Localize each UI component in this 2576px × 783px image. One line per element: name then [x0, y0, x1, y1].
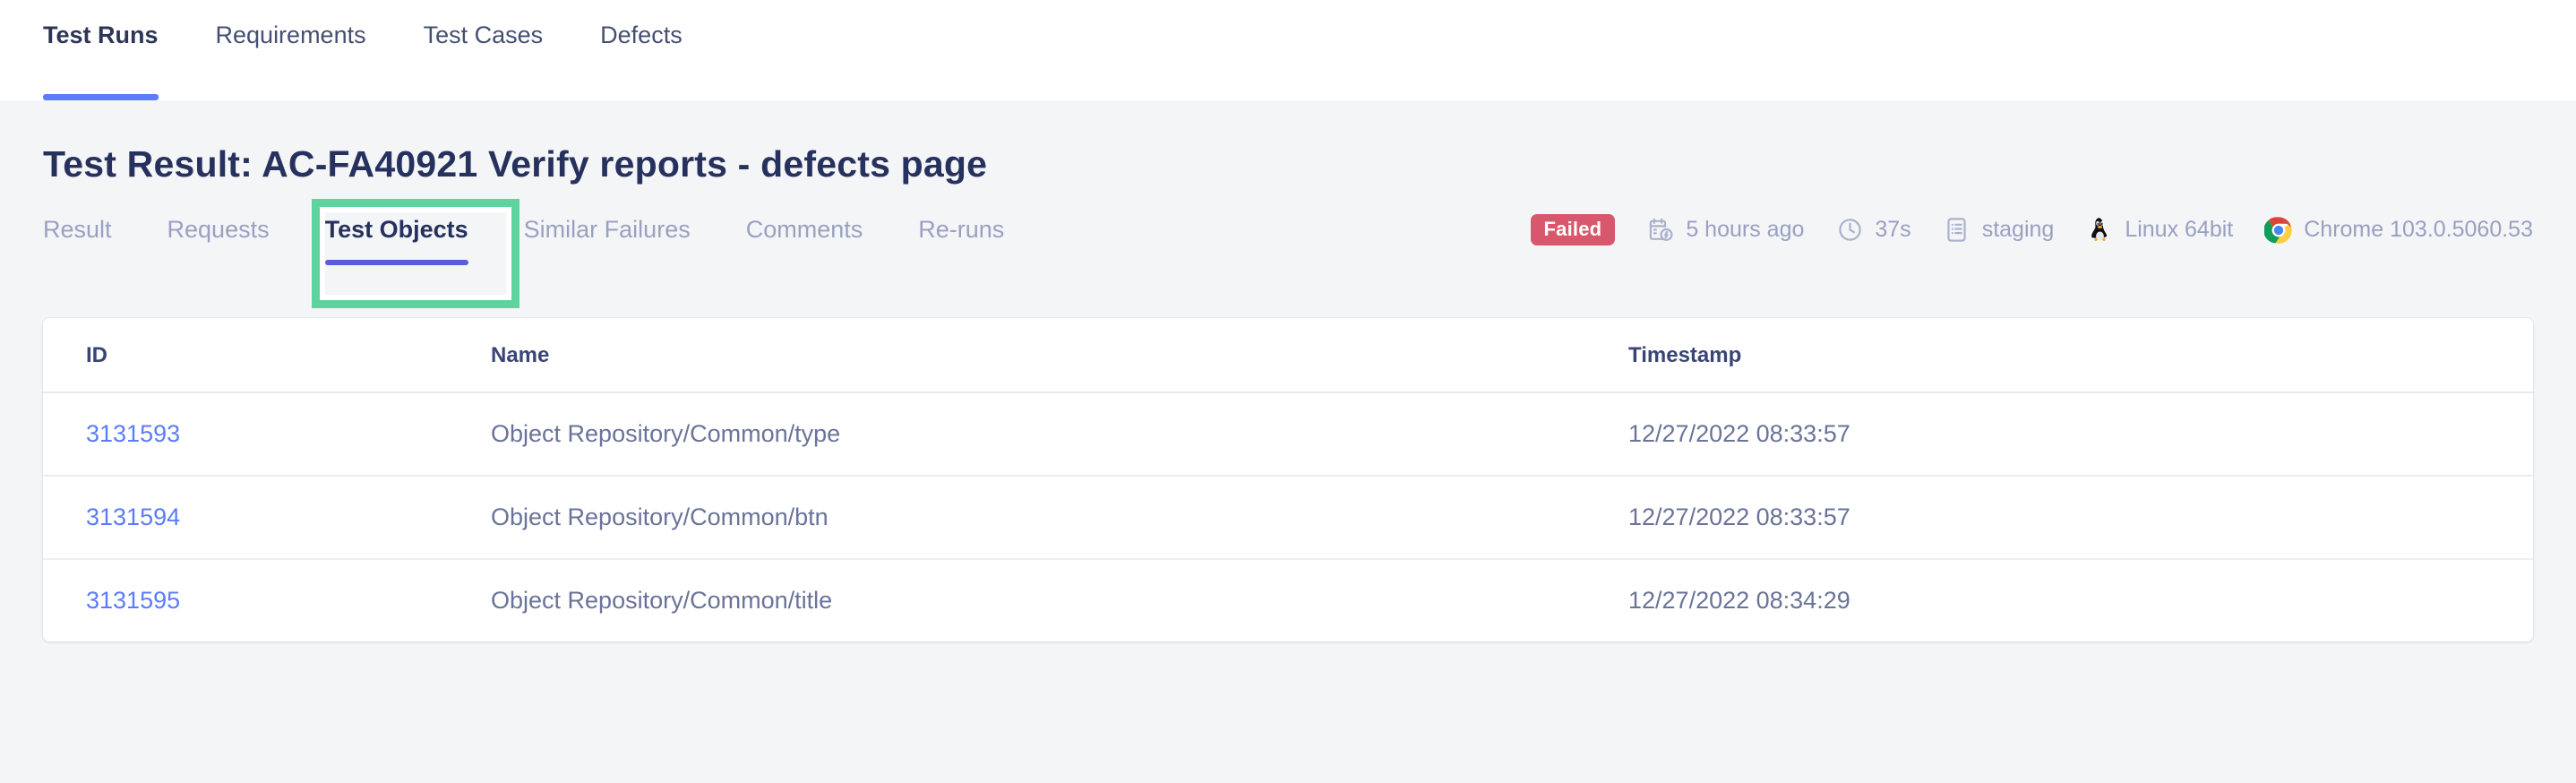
linux-penguin-icon — [2084, 215, 2115, 245]
table-header: ID Name Timestamp — [43, 318, 2533, 392]
cell-id: 3131593 — [43, 392, 491, 476]
status-badge-wrapper: Failed — [1531, 214, 1616, 245]
primary-tab-list: Test Runs Requirements Test Cases Defect… — [43, 0, 740, 100]
subtab-similar-failures-label: Similar Failures — [524, 216, 691, 243]
table-row[interactable]: 3131595 Object Repository/Common/title 1… — [43, 559, 2533, 641]
tab-test-runs-label: Test Runs — [43, 22, 159, 49]
column-header-id[interactable]: ID — [43, 318, 491, 392]
sub-tab-and-meta-row: Result Requests Test Objects Similar Fai… — [43, 191, 2533, 302]
main-content: Test Result: AC-FA40921 Verify reports -… — [0, 100, 2576, 641]
table-row[interactable]: 3131593 Object Repository/Common/type 12… — [43, 392, 2533, 476]
status-badge: Failed — [1531, 214, 1616, 245]
test-object-id-link[interactable]: 3131594 — [86, 503, 180, 530]
tab-defects[interactable]: Defects — [600, 0, 683, 100]
meta-browser-label: Chrome 103.0.5060.53 — [2304, 217, 2533, 243]
meta-duration-label: 37s — [1875, 217, 1911, 243]
test-result-meta: Failed 5 hours ago — [1531, 191, 2533, 245]
subtab-comments-label: Comments — [746, 216, 863, 243]
tab-requirements-label: Requirements — [216, 22, 366, 49]
meta-environment-label: staging — [1982, 217, 2055, 243]
meta-duration: 37s — [1834, 215, 1911, 245]
tab-defects-label: Defects — [600, 22, 683, 49]
meta-browser: Chrome 103.0.5060.53 — [2263, 215, 2533, 245]
table-header-row: ID Name Timestamp — [43, 318, 2533, 392]
subtab-test-objects-label: Test Objects — [325, 216, 468, 243]
clock-icon — [1834, 215, 1865, 245]
test-object-id-link[interactable]: 3131595 — [86, 587, 180, 614]
cell-timestamp: 12/27/2022 08:33:57 — [1628, 392, 2533, 476]
test-object-id-link[interactable]: 3131593 — [86, 420, 180, 447]
tab-test-runs[interactable]: Test Runs — [43, 0, 159, 100]
meta-executed-ago: 5 hours ago — [1645, 215, 1804, 245]
table-body: 3131593 Object Repository/Common/type 12… — [43, 392, 2533, 641]
subtab-test-objects[interactable]: Test Objects — [325, 216, 468, 271]
test-objects-card: ID Name Timestamp 3131593 Object Reposit… — [43, 318, 2533, 641]
meta-os-label: Linux 64bit — [2125, 217, 2233, 243]
test-objects-table: ID Name Timestamp 3131593 Object Reposit… — [43, 318, 2533, 641]
tab-test-cases-label: Test Cases — [424, 22, 544, 49]
cell-timestamp: 12/27/2022 08:33:57 — [1628, 476, 2533, 559]
page-title: Test Result: AC-FA40921 Verify reports -… — [43, 100, 2533, 191]
subtab-comments[interactable]: Comments — [746, 216, 863, 271]
subtab-result-label: Result — [43, 216, 112, 243]
subtab-similar-failures[interactable]: Similar Failures — [524, 216, 691, 271]
cell-id: 3131595 — [43, 559, 491, 641]
secondary-tab-list: Result Requests Test Objects Similar Fai… — [43, 191, 1060, 271]
document-list-icon — [1942, 215, 1972, 245]
calendar-clock-icon — [1645, 215, 1676, 245]
table-row[interactable]: 3131594 Object Repository/Common/btn 12/… — [43, 476, 2533, 559]
column-header-timestamp[interactable]: Timestamp — [1628, 318, 2533, 392]
primary-tab-bar: Test Runs Requirements Test Cases Defect… — [0, 0, 2576, 100]
meta-os: Linux 64bit — [2084, 215, 2233, 245]
cell-id: 3131594 — [43, 476, 491, 559]
subtab-re-runs[interactable]: Re-runs — [918, 216, 1004, 271]
cell-name: Object Repository/Common/type — [491, 392, 1628, 476]
meta-executed-ago-label: 5 hours ago — [1686, 217, 1804, 243]
chrome-icon — [2263, 215, 2294, 245]
subtab-result[interactable]: Result — [43, 216, 112, 271]
cell-name: Object Repository/Common/btn — [491, 476, 1628, 559]
cell-timestamp: 12/27/2022 08:34:29 — [1628, 559, 2533, 641]
subtab-requests-label: Requests — [167, 216, 270, 243]
meta-environment: staging — [1942, 215, 2055, 245]
cell-name: Object Repository/Common/title — [491, 559, 1628, 641]
tab-requirements[interactable]: Requirements — [216, 0, 366, 100]
tab-test-cases[interactable]: Test Cases — [424, 0, 544, 100]
column-header-name[interactable]: Name — [491, 318, 1628, 392]
subtab-re-runs-label: Re-runs — [918, 216, 1004, 243]
subtab-requests[interactable]: Requests — [167, 216, 270, 271]
